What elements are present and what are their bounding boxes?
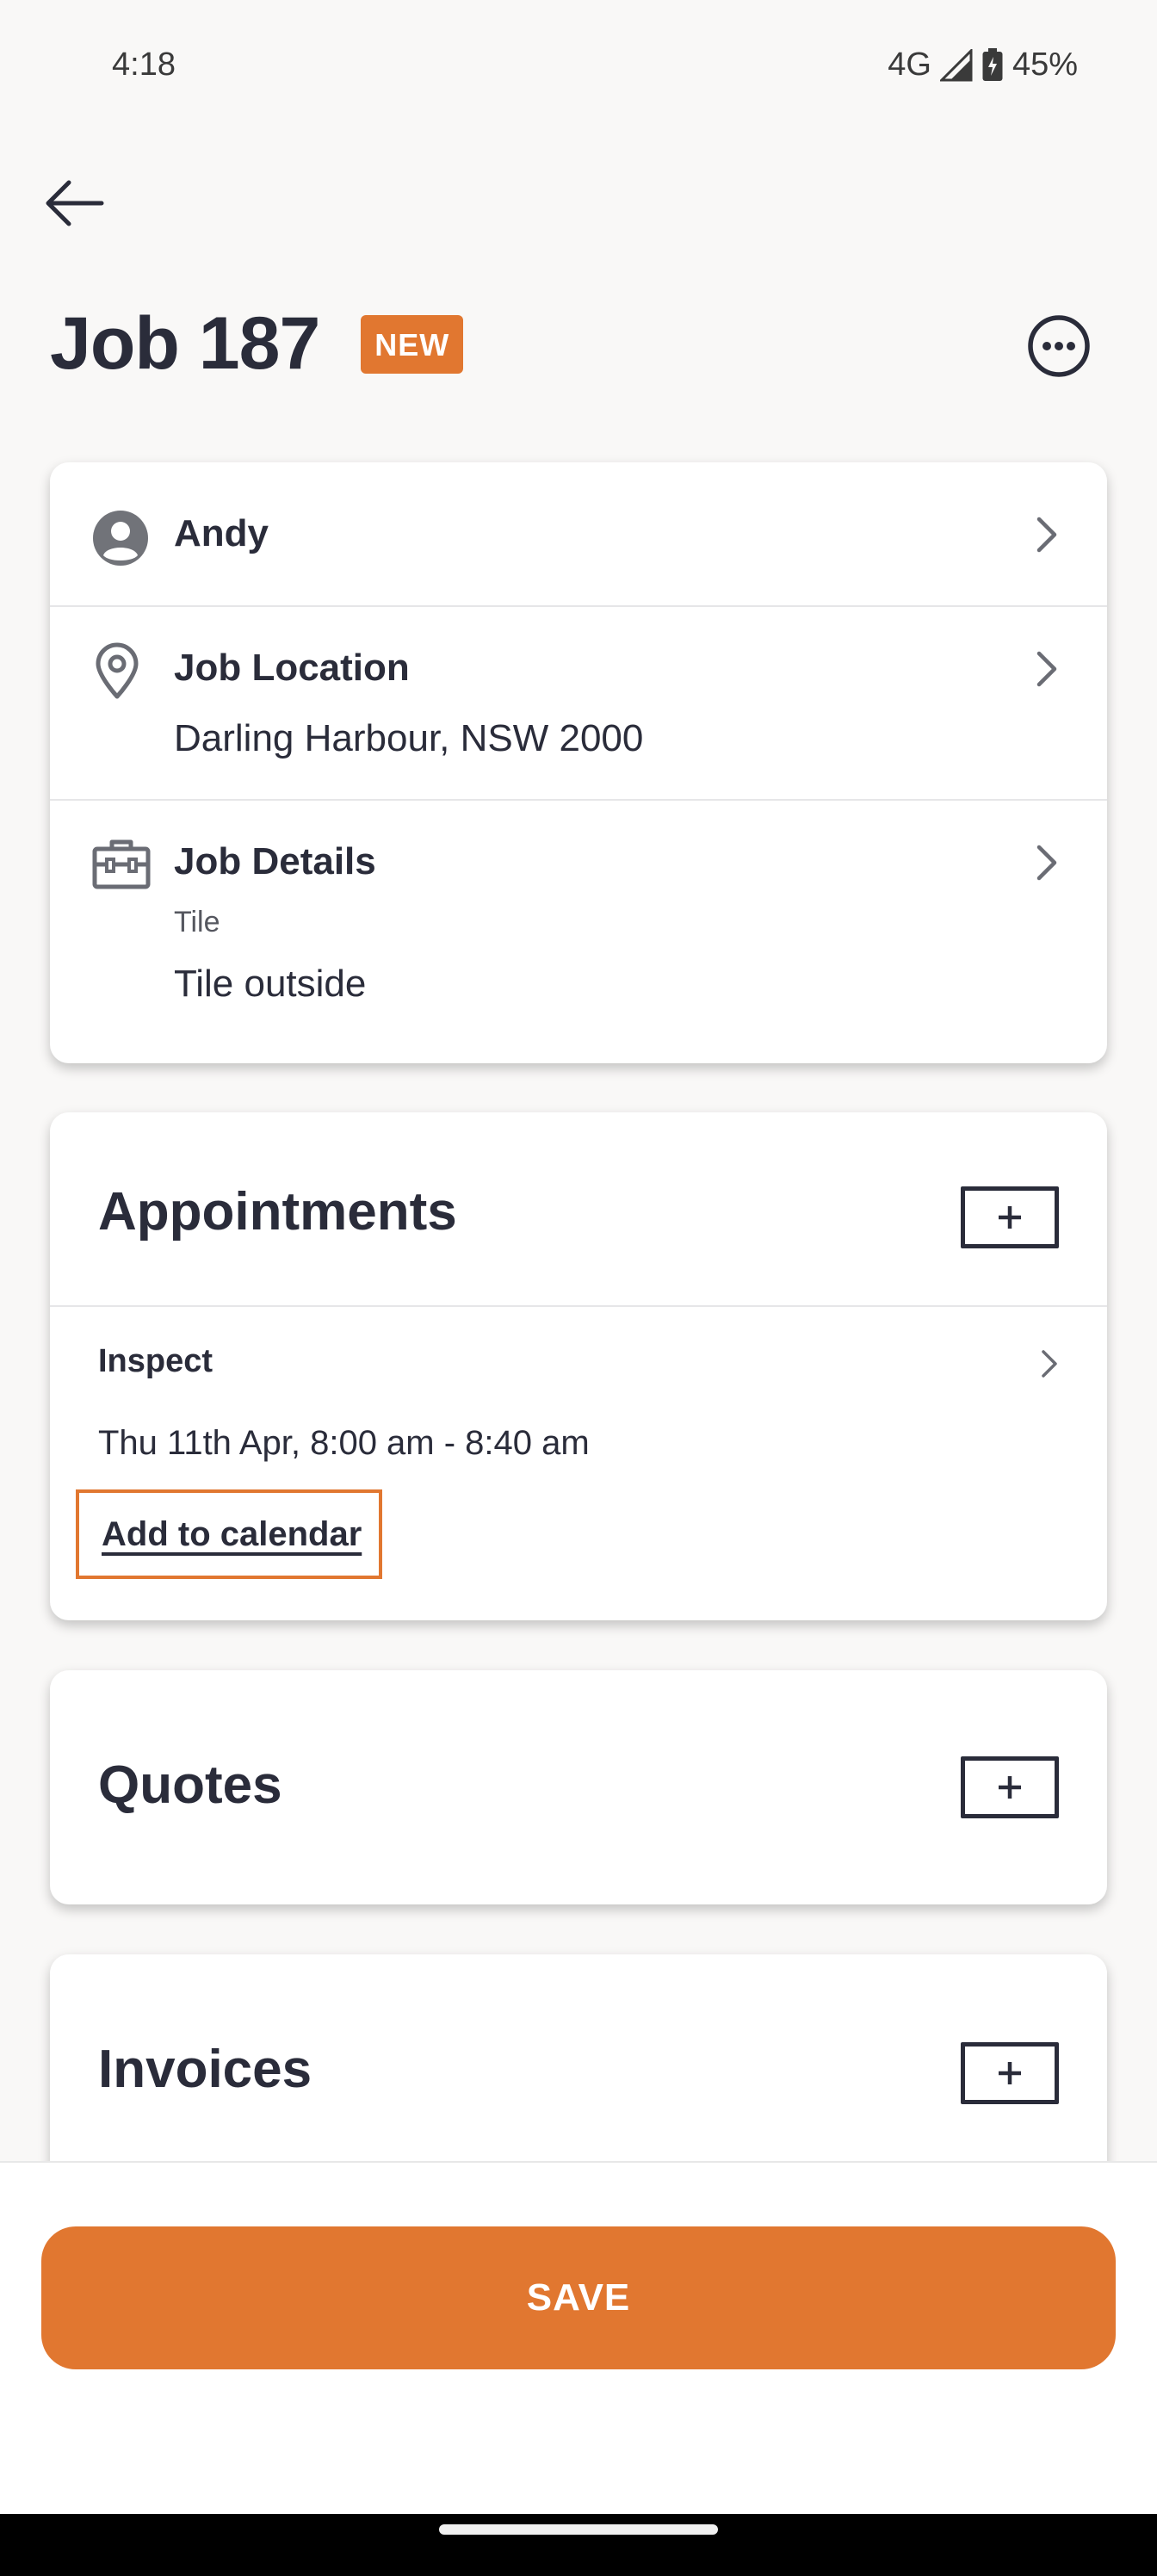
battery-icon xyxy=(981,47,1004,83)
home-indicator[interactable] xyxy=(439,2524,718,2535)
save-button[interactable]: SAVE xyxy=(41,2226,1116,2369)
battery-level: 45% xyxy=(1012,46,1078,83)
person-icon xyxy=(93,511,148,566)
chevron-right-icon xyxy=(1036,845,1057,881)
job-details-row[interactable]: Job Details Tile Tile outside xyxy=(50,801,1107,1063)
screen: 4:18 4G 45% Job 187 NEW Andy Job Locatio… xyxy=(0,0,1157,2576)
quotes-card: Quotes xyxy=(50,1670,1107,1904)
status-bar: 4:18 4G 45% xyxy=(0,0,1157,129)
quotes-title: Quotes xyxy=(98,1756,282,1815)
chevron-right-icon xyxy=(1042,1350,1057,1378)
job-details-title: Job Details xyxy=(174,840,376,882)
page-title: Job 187 xyxy=(50,302,320,385)
invoices-title: Invoices xyxy=(98,2040,312,2099)
status-badge: NEW xyxy=(361,314,464,374)
appointment-item[interactable]: Inspect Thu 11th Apr, 8:00 am - 8:40 am xyxy=(50,1307,1107,1471)
job-category: Tile xyxy=(174,906,220,938)
customer-name: Andy xyxy=(174,512,269,554)
job-location-row[interactable]: Job Location Darling Harbour, NSW 2000 xyxy=(50,607,1107,800)
plus-icon xyxy=(999,1206,1021,1229)
back-button[interactable] xyxy=(34,169,114,238)
arrow-left-icon xyxy=(46,180,104,226)
status-indicators: 4G 45% xyxy=(888,46,1078,84)
appointments-card: Appointments Inspect Thu 11th Apr, 8:00 … xyxy=(50,1112,1107,1620)
customer-row[interactable]: Andy xyxy=(50,462,1107,605)
appointment-type: Inspect xyxy=(98,1343,213,1379)
job-description: Tile outside xyxy=(174,963,367,1005)
more-options-button[interactable] xyxy=(1026,313,1092,379)
add-to-calendar-label: Add to calendar xyxy=(102,1514,362,1553)
add-appointment-button[interactable] xyxy=(961,1186,1059,1248)
status-time: 4:18 xyxy=(112,46,176,83)
signal-icon xyxy=(939,48,973,82)
appointment-time: Thu 11th Apr, 8:00 am - 8:40 am xyxy=(98,1424,590,1462)
plus-icon xyxy=(999,2062,1021,2084)
system-navigation-bar xyxy=(0,2514,1157,2576)
more-horizontal-icon xyxy=(1028,315,1090,377)
add-quote-button[interactable] xyxy=(961,1756,1059,1818)
plus-icon xyxy=(999,1776,1021,1799)
job-details-card: Andy Job Location Darling Harbour, NSW 2… xyxy=(50,462,1107,1063)
chevron-right-icon xyxy=(1036,517,1057,553)
add-to-calendar-link[interactable]: Add to calendar xyxy=(76,1489,382,1579)
network-type: 4G xyxy=(888,46,931,83)
job-location-value: Darling Harbour, NSW 2000 xyxy=(174,717,644,759)
job-location-title: Job Location xyxy=(174,647,410,689)
chevron-right-icon xyxy=(1036,651,1057,687)
title-row: Job 187 NEW xyxy=(50,301,464,387)
add-invoice-button[interactable] xyxy=(961,2042,1059,2104)
appointments-title: Appointments xyxy=(98,1182,457,1242)
location-pin-icon xyxy=(96,642,139,699)
toolbox-icon xyxy=(92,839,151,889)
